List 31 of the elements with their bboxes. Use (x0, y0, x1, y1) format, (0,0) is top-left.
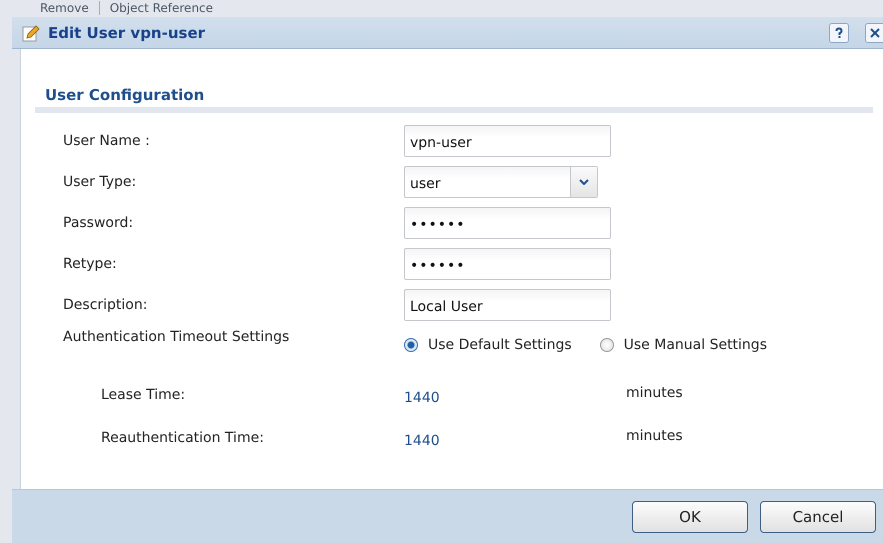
radio-button[interactable] (404, 338, 418, 352)
dialog-button[interactable]: OK (632, 500, 748, 532)
field-label: Description: (62, 297, 148, 313)
field-label: Authentication Timeout Settings (62, 329, 290, 345)
field-label: Retype: (62, 256, 118, 272)
dropdown[interactable]: user (404, 166, 598, 198)
time-value: 1440 (404, 432, 441, 449)
field-label: Password: (62, 215, 134, 231)
chevron-down-icon (579, 179, 589, 185)
password-field[interactable]: •••••• (404, 248, 611, 280)
window-title: Edit User vpn-user (48, 24, 206, 42)
toolbar-item: Object Reference (110, 1, 214, 15)
section-title: User Configuration (45, 86, 204, 104)
close-icon[interactable] (865, 22, 883, 42)
radio-button[interactable] (600, 338, 614, 352)
input-field[interactable]: Local User (404, 289, 611, 321)
unit-label: minutes (626, 385, 683, 403)
field-label: User Name : (62, 133, 151, 149)
field-label: Reauthentication Time: (100, 430, 265, 446)
input-field[interactable]: vpn-user (404, 125, 611, 157)
password-field[interactable]: •••••• (404, 207, 611, 239)
radio-option[interactable]: Use Default Settings (404, 337, 572, 353)
dialog-button[interactable]: Cancel (760, 500, 876, 532)
radio-option[interactable]: Use Manual Settings (600, 337, 767, 353)
field-label: User Type: (62, 174, 138, 190)
unit-label: minutes (626, 428, 683, 446)
help-icon[interactable] (829, 22, 849, 42)
time-value: 1440 (404, 389, 441, 406)
field-label: Lease Time: (100, 387, 186, 403)
pencil-icon (22, 24, 40, 42)
toolbar-item: Remove (40, 1, 89, 15)
